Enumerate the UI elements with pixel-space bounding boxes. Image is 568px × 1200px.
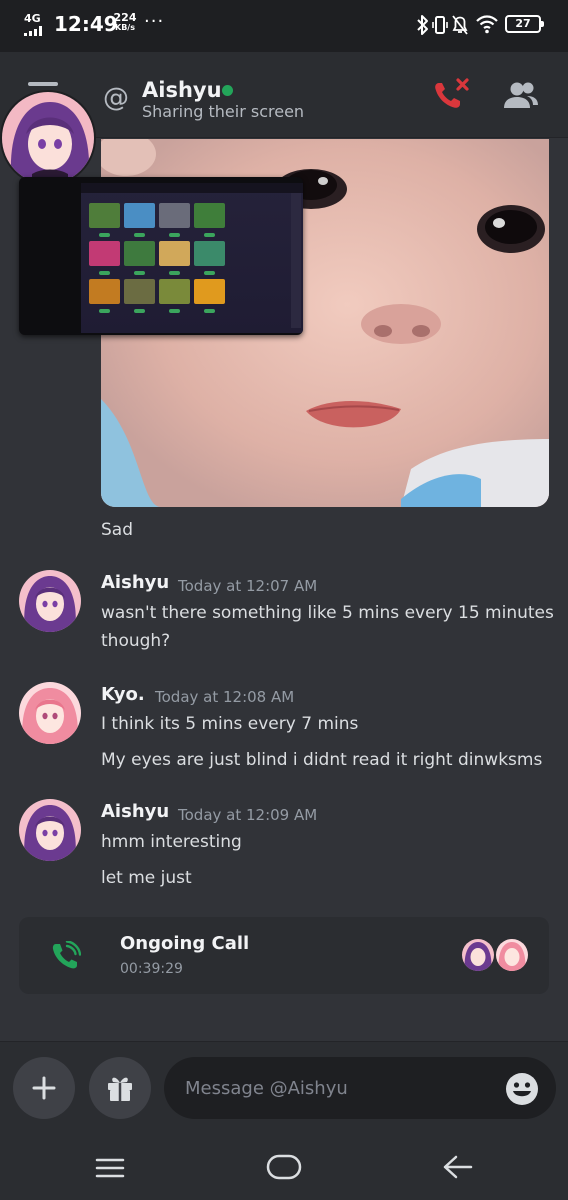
message-composer	[0, 1041, 568, 1137]
add-attachment-button[interactable]	[13, 1057, 75, 1119]
speed-unit: KB/s	[115, 23, 135, 32]
aishyu-avatar-image	[19, 799, 81, 861]
speed-value: 224	[113, 11, 137, 24]
network-speed: 224 KB/s	[113, 11, 137, 33]
recent-apps-icon[interactable]	[95, 1157, 125, 1179]
battery-icon: 27	[505, 15, 544, 33]
caller-avatar[interactable]	[0, 90, 96, 186]
ongoing-call-card[interactable]: Ongoing Call 00:39:29	[19, 917, 549, 994]
call-title: Ongoing Call	[120, 933, 250, 954]
status-time: 12:49	[54, 12, 118, 36]
message-text: let me just	[101, 868, 192, 888]
call-participant-avatar	[460, 937, 496, 973]
message-timestamp: Today at 12:09 AM	[178, 806, 318, 824]
message-text: I think its 5 mins every 7 mins	[101, 714, 359, 734]
menu-button[interactable]	[28, 82, 58, 86]
wifi-icon	[476, 15, 498, 34]
message-author[interactable]: Kyo.	[101, 684, 145, 705]
network-type: 4G	[24, 12, 41, 25]
avatar[interactable]	[19, 570, 81, 632]
message-author[interactable]: Aishyu	[101, 801, 169, 822]
avatar-image	[2, 92, 94, 184]
message-text: though?	[101, 631, 171, 651]
avatar[interactable]	[19, 682, 81, 744]
avatar[interactable]	[19, 799, 81, 861]
bluetooth-icon	[417, 15, 428, 35]
more-notifications: ···	[144, 11, 165, 32]
call-duration: 00:39:29	[120, 961, 183, 977]
participant-avatar-image	[496, 939, 528, 971]
aishyu-avatar-image	[19, 570, 81, 632]
emoji-icon[interactable]	[505, 1072, 539, 1106]
dm-recipient-status: Sharing their screen	[142, 102, 305, 121]
back-icon[interactable]	[442, 1154, 474, 1180]
system-navigation-bar	[0, 1137, 568, 1200]
plus-icon	[32, 1076, 56, 1100]
kyo-avatar-image	[19, 682, 81, 744]
call-participant-avatar	[494, 937, 530, 973]
gift-icon	[108, 1077, 132, 1101]
hang-up-call-icon[interactable]	[432, 77, 470, 111]
message-author[interactable]: Aishyu	[101, 572, 169, 593]
screen-share-preview[interactable]	[19, 177, 303, 335]
message-timestamp: Today at 12:08 AM	[155, 688, 295, 706]
message-text: wasn't there something like 5 mins every…	[101, 603, 554, 623]
attachment-caption: Sad	[101, 520, 133, 540]
home-icon[interactable]	[266, 1153, 302, 1181]
status-bar: 4G 12:49 224 KB/s ··· 27	[0, 0, 568, 52]
vibrate-icon	[432, 16, 448, 34]
members-icon[interactable]	[503, 80, 539, 110]
online-status-indicator	[222, 85, 233, 96]
participant-avatar-image	[462, 939, 494, 971]
message-input[interactable]	[164, 1057, 556, 1119]
message-text: hmm interesting	[101, 832, 242, 852]
mute-bell-icon	[452, 15, 468, 35]
dm-recipient-name[interactable]: Aishyu	[142, 78, 222, 102]
phone-call-icon	[52, 941, 81, 969]
message-text: My eyes are just blind i didnt read it r…	[101, 750, 543, 770]
shared-screen-content	[81, 183, 303, 333]
message-timestamp: Today at 12:07 AM	[178, 577, 318, 595]
signal-icon: 4G	[22, 13, 48, 37]
at-icon: @	[103, 83, 129, 113]
gift-button[interactable]	[89, 1057, 151, 1119]
